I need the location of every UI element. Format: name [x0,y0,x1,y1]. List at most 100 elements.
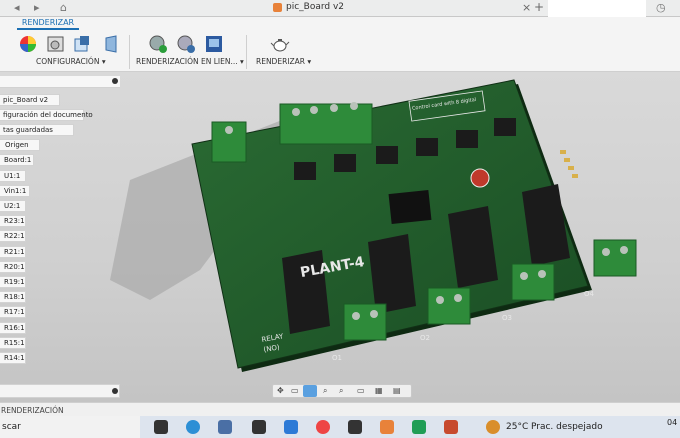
browser-item-label: pic_Board v2 [3,96,49,104]
browser-item-label: R19:1 [4,278,25,286]
output-label-o2: O2 [420,334,430,342]
browser-item-r20[interactable]: R20:1 [0,261,26,273]
in-canvas-settings-icon[interactable] [176,34,196,54]
browser-item-label: U2:1 [4,202,21,210]
browser-item-r23[interactable]: R23:1 [0,215,26,227]
browser-item-r21[interactable]: R21:1 [0,246,26,258]
output-label-o3: O3 [502,314,512,322]
scene-settings-icon[interactable] [46,34,66,54]
home-icon[interactable]: ⌂ [60,1,67,14]
title-bar: ◂ ▸ ⌂ pic_Board v2 × + ◷ [0,0,680,26]
mail-icon[interactable] [284,420,298,434]
file-explorer-icon[interactable] [218,420,232,434]
window-title: pic_Board v2 [286,2,345,12]
back-arrow-icon[interactable]: ◂ [14,1,20,14]
header-pins [560,150,578,178]
look-at-icon[interactable]: ▭ [291,386,299,395]
browser-panel: pic_Board v2 figuración del documento ta… [0,76,126,372]
store-icon[interactable] [252,420,266,434]
status-bar: RENDERIZACIÓN [0,402,680,416]
browser-item-label: R14:1 [4,354,25,362]
weather-icon[interactable] [486,420,500,434]
browser-item-saved-views[interactable]: tas guardadas [0,124,74,136]
output-label-o4: O4 [584,290,595,298]
browser-item-label: Vin1:1 [4,187,27,195]
weather-status[interactable]: Prac. despejado [531,422,603,432]
browser-item-document-settings[interactable]: figuración del documento [0,109,93,121]
browser-item-label: figuración del documento [3,111,93,119]
pan-icon[interactable] [303,385,317,397]
render-teapot-icon[interactable] [270,34,290,54]
grid-icon[interactable]: ▦ [375,386,383,395]
app-icon[interactable] [444,420,458,434]
browser-header [0,76,120,88]
texture-map-icon[interactable] [72,34,92,54]
temperature: 25°C [506,422,529,432]
browser-item-vin1[interactable]: Vin1:1 [0,185,30,197]
decal-icon[interactable] [102,34,122,54]
browser-item-r18[interactable]: R18:1 [0,291,26,303]
group-configuracion[interactable]: CONFIGURACIÓN ▾ [36,57,106,66]
browser-item-label: R22:1 [4,232,25,240]
task-view-icon[interactable] [154,420,168,434]
viewports-icon[interactable]: ▤ [393,386,401,395]
app-icon[interactable] [412,420,426,434]
browser-item-label: Board:1 [4,156,32,164]
browser-item-label: tas guardadas [3,126,53,134]
new-tab-icon[interactable]: + [534,0,544,14]
clock-icon[interactable]: ◷ [656,1,666,14]
browser-item-label: R16:1 [4,324,25,332]
browser-item-r14[interactable]: R14:1 [0,352,26,364]
group-renderizacion-en-lienzo[interactable]: RENDERIZACIÓN EN LIEN... ▾ [136,57,244,66]
ribbon-divider [129,35,130,69]
browser-item-label: R17:1 [4,308,25,316]
ribbon-divider [246,35,247,69]
browser-item-label: R20:1 [4,263,25,271]
group-renderizar[interactable]: RENDERIZAR ▾ [256,57,311,66]
appearance-icon[interactable] [18,34,38,54]
browser-item-label: R21:1 [4,248,25,256]
zoom-icon[interactable]: ⌕ [323,386,327,396]
browser-item-r17[interactable]: R17:1 [0,306,26,318]
browser-item-label: R18:1 [4,293,25,301]
browser-item-r19[interactable]: R19:1 [0,276,26,288]
browser-item-label: R23:1 [4,217,25,225]
app-icon[interactable] [348,420,362,434]
comments-bar [0,384,120,398]
browser-item-label: Origen [5,141,29,149]
ribbon: RENDERIZAR CONFIGURACIÓN ▾ RENDERIZACIÓN… [0,17,680,72]
navigation-toolbar: ✥ ▭ ⌕ ⌕ ▭ ▦ ▤ [272,384,412,398]
taskbar: scar 25°C Prac. despejado 04 [0,416,680,438]
chrome-icon[interactable] [316,420,330,434]
browser-item-r15[interactable]: R15:1 [0,337,26,349]
taskbar-search-text: scar [2,422,21,432]
browser-item-label: U1:1 [4,172,21,180]
browser-item-r16[interactable]: R16:1 [0,322,26,334]
orbit-icon[interactable]: ✥ [277,386,284,395]
browser-item-board[interactable]: Board:1 [0,154,34,166]
electrolytic-capacitor [470,168,490,188]
edge-icon[interactable] [186,420,200,434]
browser-item-root[interactable]: pic_Board v2 [0,94,60,106]
fit-icon[interactable]: ⌕ [339,386,343,396]
output-label-o1: O1 [332,354,342,362]
comments-close-icon[interactable] [112,388,118,394]
tab-renderizar[interactable]: RENDERIZAR [17,17,79,30]
capture-image-icon[interactable] [204,34,224,54]
browser-item-u2[interactable]: U2:1 [0,200,26,212]
status-label: RENDERIZACIÓN [1,406,64,415]
display-settings-icon[interactable]: ▭ [357,386,365,395]
in-canvas-render-icon[interactable] [148,34,168,54]
clock[interactable]: 04 [667,418,677,427]
browser-item-u1[interactable]: U1:1 [0,170,26,182]
close-tab-icon[interactable]: × [522,1,531,14]
forward-arrow-icon[interactable]: ▸ [34,1,40,14]
browser-item-label: R15:1 [4,339,25,347]
browser-item-origin[interactable]: Origen [0,139,40,151]
document-icon [273,3,282,12]
browser-close-icon[interactable] [112,78,118,84]
taskbar-search[interactable]: scar [0,416,140,438]
browser-item-r22[interactable]: R22:1 [0,230,26,242]
fusion-icon[interactable] [380,420,394,434]
mcu-chip [388,189,432,225]
